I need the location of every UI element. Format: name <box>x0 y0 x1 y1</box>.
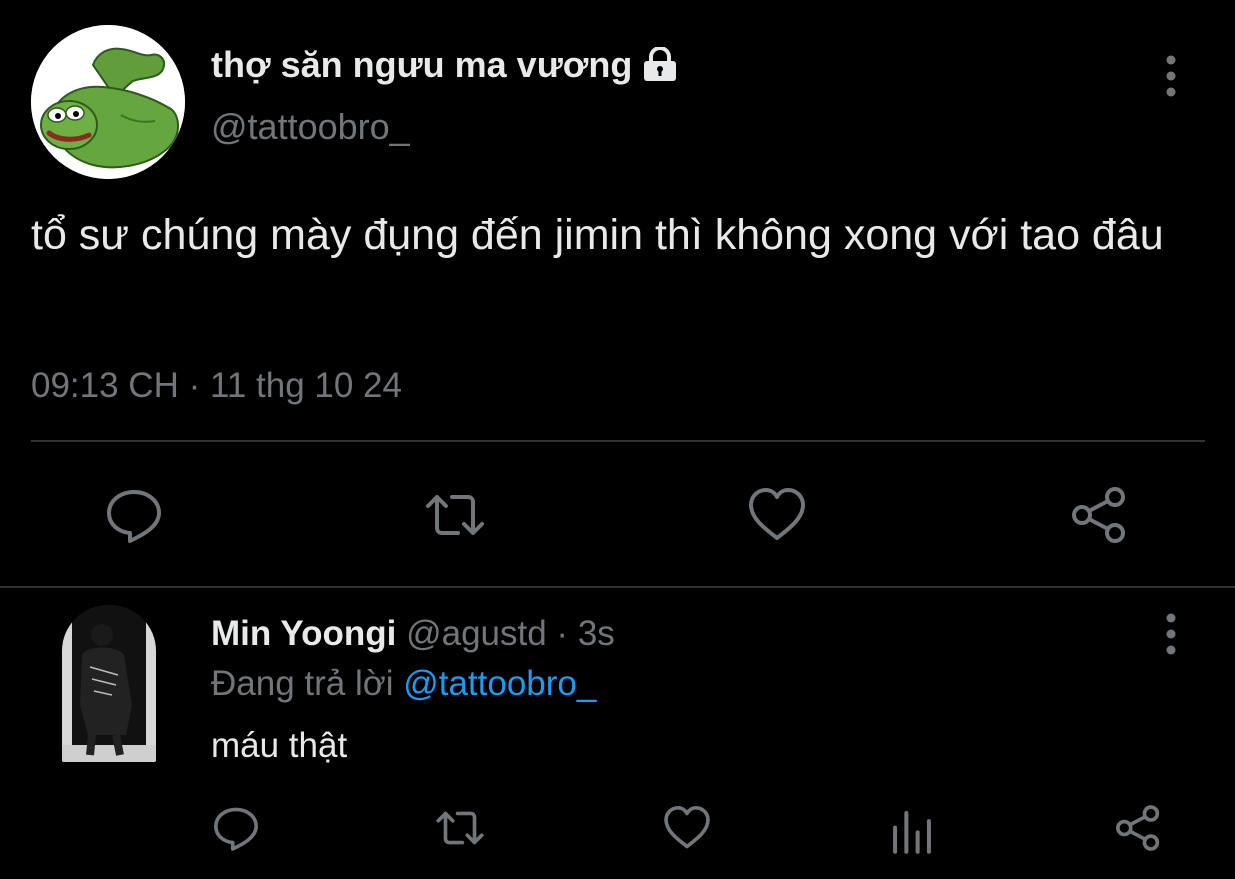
share-button[interactable] <box>1068 484 1130 546</box>
reply-header: Min Yoongi @agustd · 3s <box>211 614 615 654</box>
tweet-timestamp[interactable]: 09:13 CH · 11 thg 10 24 <box>31 366 402 406</box>
lock-icon <box>642 47 678 83</box>
avatar[interactable] <box>62 605 156 762</box>
tweet-text: tổ sư chúng mày đụng đến jimin thì không… <box>31 211 1164 259</box>
avatar[interactable] <box>31 25 185 179</box>
like-icon <box>664 806 710 849</box>
reply-author-name[interactable]: Min Yoongi <box>211 614 396 653</box>
author-handle[interactable]: @tattoobro_ <box>211 106 410 148</box>
analytics-icon <box>893 811 931 854</box>
divider <box>0 586 1235 588</box>
like-button[interactable] <box>662 803 712 853</box>
meta-separator: · <box>546 614 578 653</box>
author-name-text[interactable]: thợ săn ngưu ma vương <box>211 44 632 86</box>
reply-age[interactable]: 3s <box>578 614 615 653</box>
retweet-button[interactable] <box>424 484 486 546</box>
like-button[interactable] <box>746 484 808 546</box>
retweet-icon <box>436 811 484 845</box>
pepe-frog-avatar-image <box>31 25 185 179</box>
share-icon <box>1116 805 1160 851</box>
person-jacket-avatar-image <box>62 605 156 762</box>
divider <box>31 440 1205 442</box>
share-icon <box>1072 487 1125 543</box>
reply-icon <box>214 807 258 851</box>
replying-to-mention[interactable]: @tattoobro_ <box>403 664 596 703</box>
retweet-button[interactable] <box>435 803 485 853</box>
analytics-button[interactable] <box>887 805 937 855</box>
reply-text: máu thật <box>211 726 348 765</box>
more-vertical-icon[interactable] <box>1153 612 1189 656</box>
reply-button[interactable] <box>103 484 165 546</box>
like-icon <box>749 488 805 540</box>
retweet-icon <box>426 495 484 535</box>
replying-to-label: Đang trả lời <box>211 664 404 703</box>
share-button[interactable] <box>1113 803 1163 853</box>
more-vertical-icon[interactable] <box>1153 54 1189 98</box>
reply-author-handle[interactable]: @agustd <box>406 614 547 653</box>
reply-button[interactable] <box>211 803 261 853</box>
replying-to: Đang trả lời @tattoobro_ <box>211 664 596 704</box>
author-display-name[interactable]: thợ săn ngưu ma vương <box>211 44 678 86</box>
reply-icon <box>107 490 161 543</box>
